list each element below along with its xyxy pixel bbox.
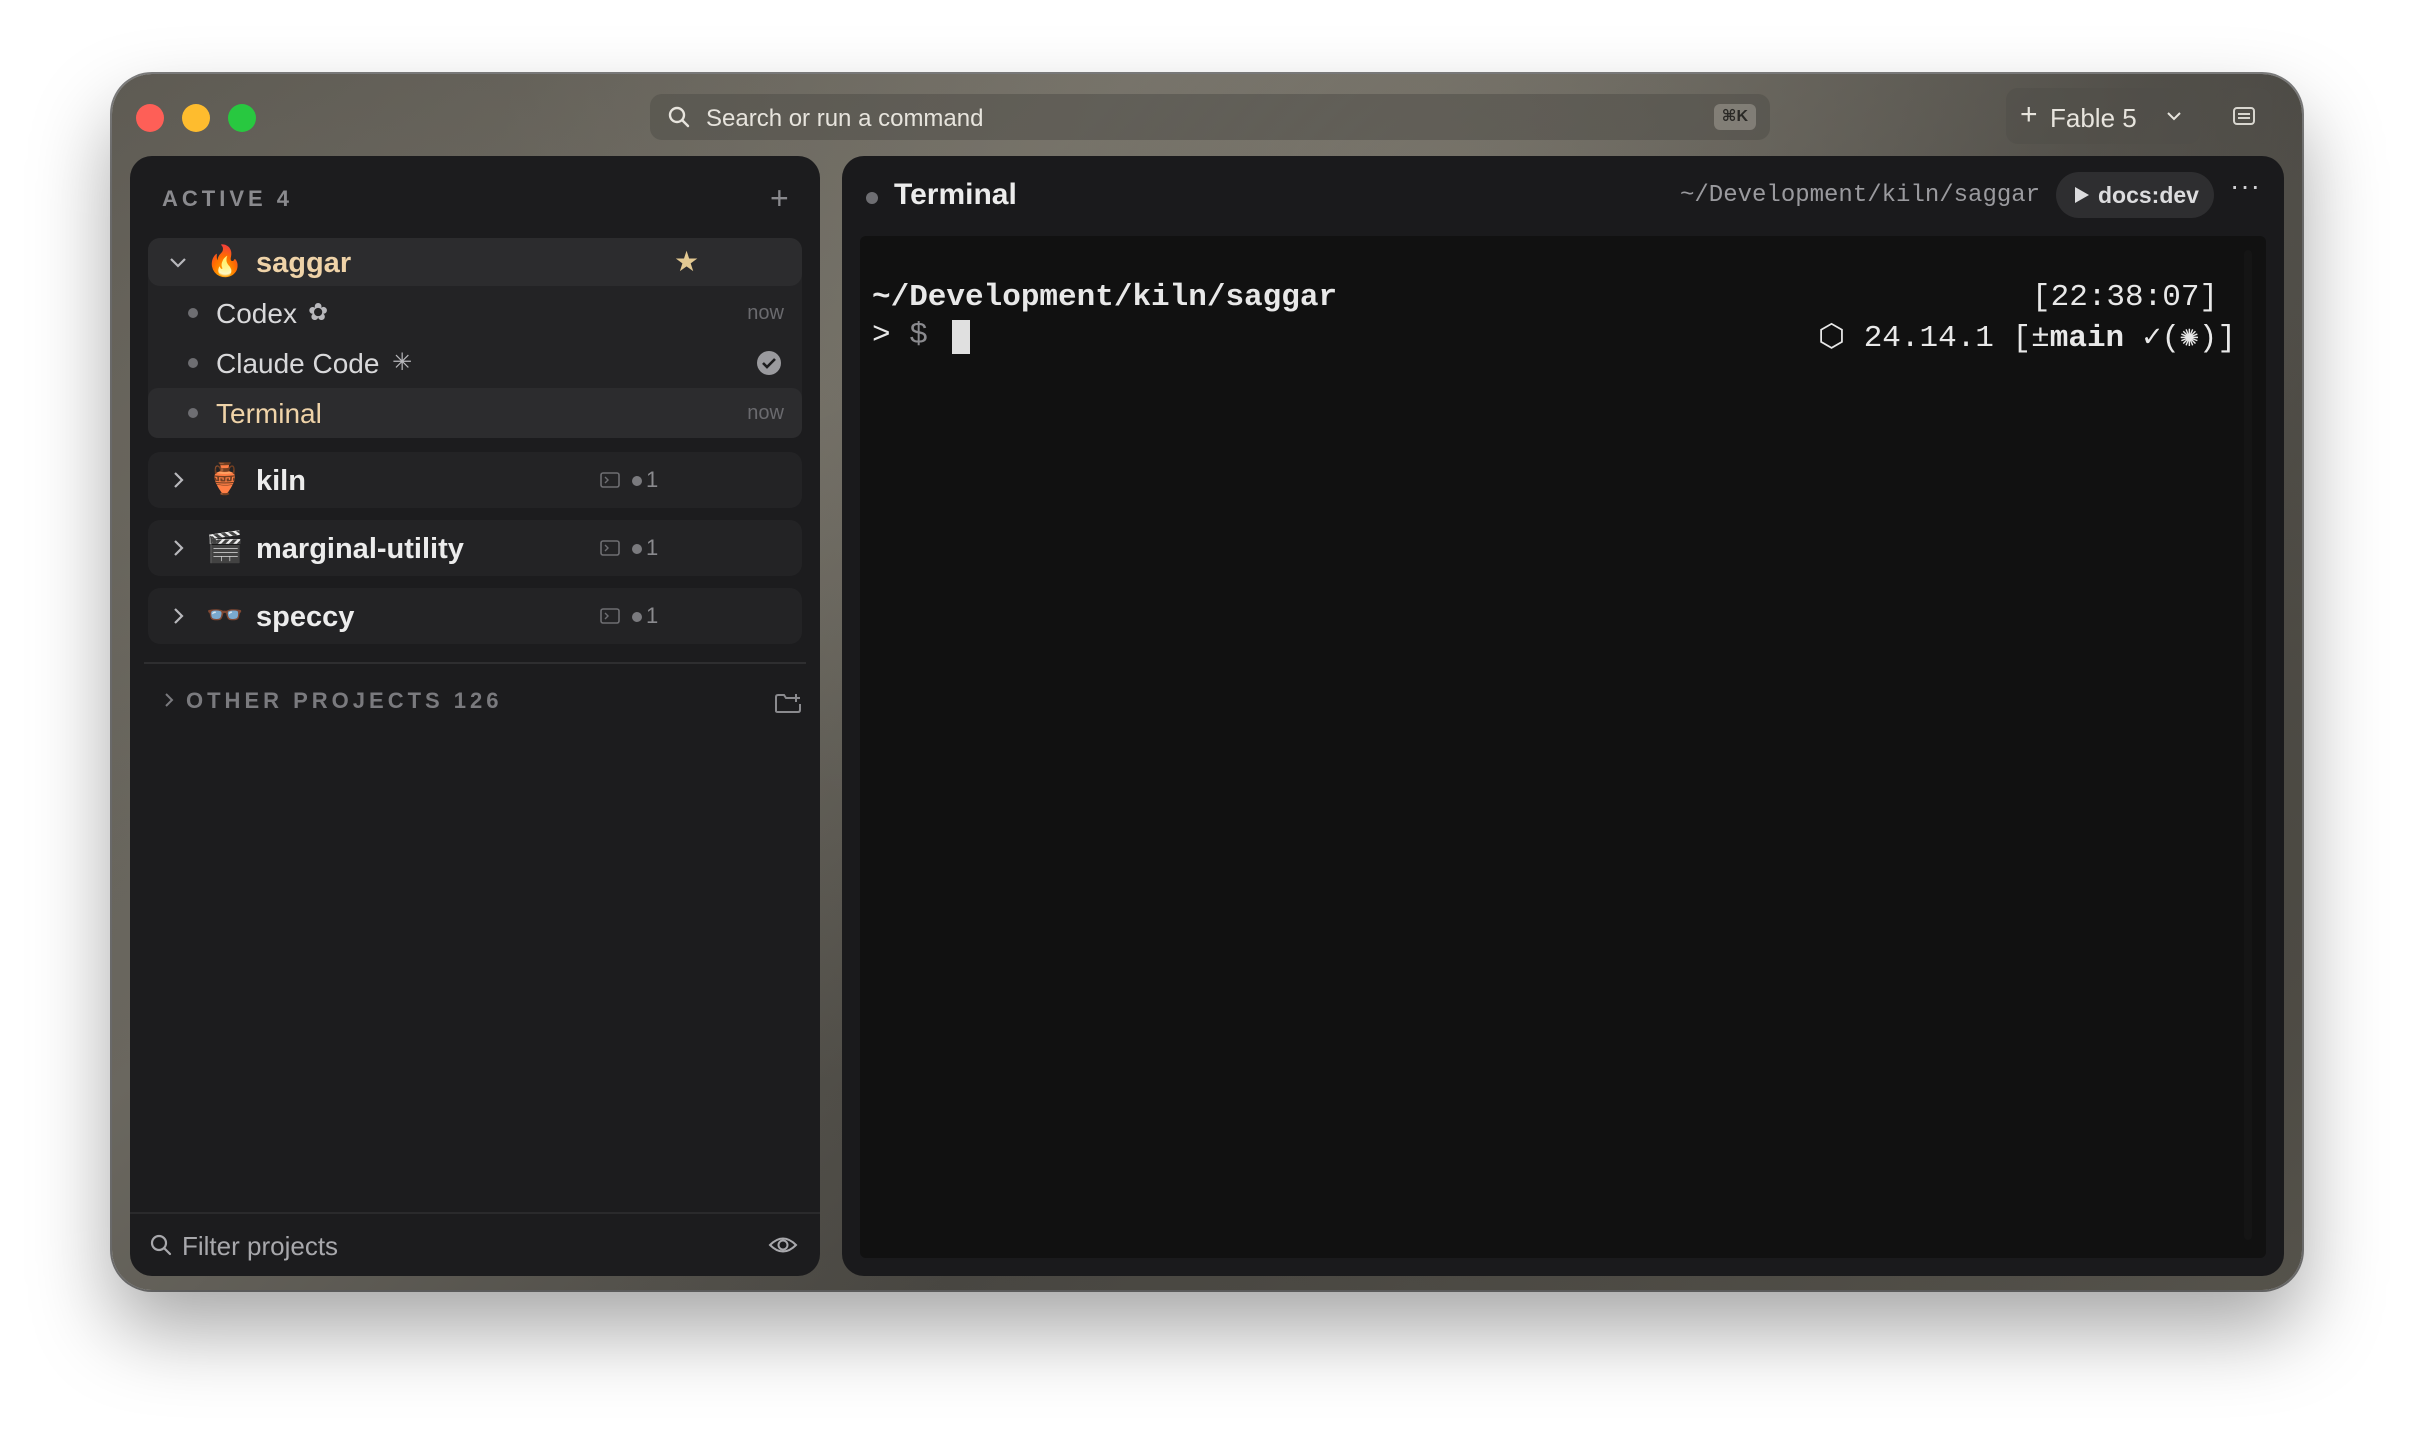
add-folder-icon[interactable] (774, 692, 802, 714)
working-directory: ~/Development/kiln/saggar (1680, 182, 2041, 209)
play-icon (2075, 187, 2089, 203)
terminal-clock: [22:38:07] (2032, 280, 2219, 315)
toggle-panel-button[interactable] (2216, 88, 2272, 144)
session-count: 1 (646, 467, 659, 492)
status-dot (188, 408, 198, 418)
session-time: now (747, 302, 784, 324)
project-group-marginal-utility: 🎬 marginal-utility 1 (148, 520, 802, 576)
project-name: marginal-utility (256, 533, 464, 565)
git-status: ✓(✺)] (2142, 321, 2236, 356)
shortcut-badge: ⌘K (1713, 104, 1756, 130)
git-branch: main (2049, 321, 2125, 356)
filter-projects-input[interactable] (180, 1228, 744, 1264)
clapper-icon: 🎬 (206, 531, 244, 564)
plus-icon: + (2020, 98, 2038, 131)
git-open: [± (2012, 321, 2050, 356)
search-icon (668, 106, 690, 128)
status-dot (632, 612, 642, 622)
chevron-right-icon[interactable] (168, 538, 188, 558)
other-projects-header[interactable]: OTHER PROJECTS 126 (186, 688, 503, 714)
project-row-saggar[interactable]: 🔥 saggar ★ (148, 238, 802, 286)
star-icon[interactable]: ★ (674, 248, 699, 276)
node-version: 24.14.1 (1863, 321, 1994, 356)
status-dot (866, 192, 878, 204)
close-window-button[interactable] (136, 104, 164, 132)
session-item-terminal[interactable]: Terminal now (148, 388, 802, 438)
terminal-icon (600, 608, 620, 624)
chevron-down-icon[interactable] (168, 252, 188, 272)
run-script-label: docs:dev (2098, 182, 2199, 208)
terminal-prompt: > $ (872, 318, 928, 353)
terminal-panel: Terminal ~/Development/kiln/saggar docs:… (842, 156, 2284, 1276)
chevron-right-icon[interactable] (162, 692, 176, 708)
active-projects-header: ACTIVE 4 (162, 186, 294, 211)
terminal-cursor (952, 320, 970, 354)
app-window: Search or run a command ⌘K + Fable 5 ACT… (112, 74, 2302, 1290)
chevron-right-icon[interactable] (168, 470, 188, 490)
fire-icon: 🔥 (206, 245, 244, 278)
session-count: 1 (646, 603, 659, 628)
project-row-marginal-utility[interactable]: 🎬 marginal-utility 1 (148, 524, 802, 572)
terminal-output[interactable]: ~/Development/kiln/saggar [22:38:07] > $… (860, 236, 2266, 1258)
session-item-codex[interactable]: Codex ✿ now (148, 288, 802, 338)
node-icon: ⬡ (1818, 321, 1846, 356)
session-name: Claude Code (216, 348, 380, 379)
more-options-button[interactable]: ··· (2230, 172, 2261, 200)
search-icon (150, 1234, 172, 1256)
workspace-label: Fable 5 (2050, 103, 2137, 133)
prompt-caret: > (872, 318, 891, 353)
project-group-saggar: 🔥 saggar ★ Codex ✿ now Claude Code ✳ Ter… (148, 238, 802, 438)
panel-title: Terminal (894, 178, 1017, 211)
amphora-icon: 🏺 (206, 463, 244, 496)
terminal-icon (600, 540, 620, 556)
project-name: saggar (256, 247, 352, 279)
projects-sidebar: ACTIVE 4 + 🔥 saggar ★ Codex ✿ now Claude… (130, 156, 820, 1276)
maximize-window-button[interactable] (228, 104, 256, 132)
command-search-bar[interactable]: Search or run a command ⌘K (650, 94, 1770, 140)
terminal-cwd: ~/Development/kiln/saggar (872, 280, 1338, 315)
check-circle-icon (757, 351, 781, 375)
workspace-selector[interactable]: + Fable 5 (2006, 88, 2200, 144)
session-name: Terminal (216, 398, 322, 429)
terminal-icon (600, 472, 620, 488)
status-dot (632, 544, 642, 554)
glasses-icon: 👓 (206, 599, 244, 632)
project-group-kiln: 🏺 kiln 1 (148, 452, 802, 508)
status-dot (188, 308, 198, 318)
status-dot (632, 476, 642, 486)
codex-icon: ✿ (308, 299, 329, 326)
project-name: speccy (256, 601, 355, 633)
search-placeholder: Search or run a command (706, 105, 984, 132)
prompt-dollar: $ (909, 318, 928, 353)
scrollbar[interactable] (2244, 250, 2252, 1240)
sidebar-divider (144, 662, 806, 664)
session-count: 1 (646, 535, 659, 560)
project-name: kiln (256, 465, 306, 497)
project-row-speccy[interactable]: 👓 speccy 1 (148, 592, 802, 640)
session-name: Codex (216, 298, 297, 329)
status-dot (188, 358, 198, 368)
session-item-claude-code[interactable]: Claude Code ✳ (148, 338, 802, 388)
chevron-down-icon (2167, 112, 2181, 121)
claude-icon: ✳ (392, 349, 413, 376)
minimize-window-button[interactable] (182, 104, 210, 132)
session-time: now (747, 402, 784, 424)
project-group-speccy: 👓 speccy 1 (148, 588, 802, 644)
run-script-button[interactable]: docs:dev (2056, 172, 2214, 218)
chevron-right-icon[interactable] (168, 606, 188, 626)
panel-icon (2233, 107, 2255, 125)
eye-icon[interactable] (768, 1234, 798, 1256)
add-project-button[interactable]: + (770, 182, 789, 214)
project-row-kiln[interactable]: 🏺 kiln 1 (148, 456, 802, 504)
filter-bar (130, 1212, 820, 1276)
terminal-right-prompt: ⬡ 24.14.1 [±main ✓(✺)] (1818, 318, 2236, 356)
